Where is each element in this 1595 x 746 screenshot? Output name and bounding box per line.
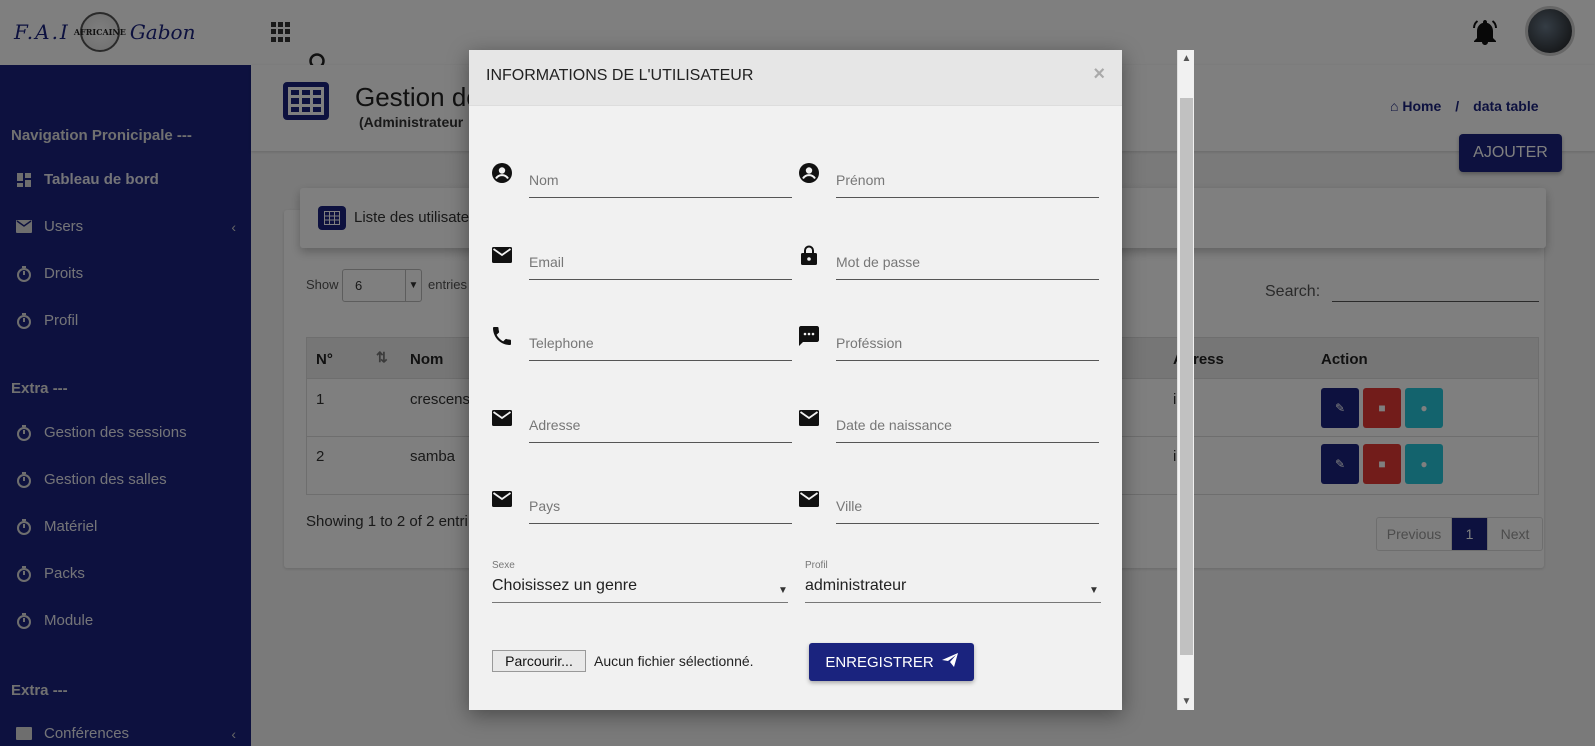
email-field[interactable]: Email xyxy=(492,239,792,283)
sexe-select-value: Choisissez un genre xyxy=(492,577,637,594)
close-icon[interactable]: × xyxy=(1093,63,1105,86)
date-naissance-underline xyxy=(836,442,1099,443)
dropdown-arrow-icon: ▼ xyxy=(778,585,788,596)
prenom-underline xyxy=(836,197,1099,198)
prenom-field[interactable]: Prénom xyxy=(799,157,1099,201)
mail-icon xyxy=(492,408,512,428)
lock-icon xyxy=(799,245,819,265)
scroll-down-icon[interactable]: ▼ xyxy=(1178,693,1195,710)
modal-header: INFORMATIONS DE L'UTILISATEUR × xyxy=(469,50,1122,106)
nom-placeholder: Nom xyxy=(529,172,559,188)
scroll-up-icon[interactable]: ▲ xyxy=(1178,50,1195,67)
account-circle-icon xyxy=(492,163,512,183)
email-underline xyxy=(529,279,792,280)
account-circle-icon xyxy=(799,163,819,183)
sexe-label: Sexe xyxy=(492,560,515,571)
save-button-label: ENREGISTRER xyxy=(825,653,934,671)
adresse-field[interactable]: Adresse xyxy=(492,402,792,446)
mail-icon xyxy=(492,245,512,265)
nom-field[interactable]: Nom xyxy=(492,157,792,201)
message-icon xyxy=(799,326,819,346)
phone-icon xyxy=(492,326,512,346)
date-naissance-field[interactable]: Date de naissance xyxy=(799,402,1099,446)
scroll-thumb[interactable] xyxy=(1180,98,1193,655)
adresse-placeholder: Adresse xyxy=(529,417,581,433)
user-info-modal: INFORMATIONS DE L'UTILISATEUR × Nom Prén… xyxy=(469,50,1122,710)
modal-title: INFORMATIONS DE L'UTILISATEUR xyxy=(486,67,754,84)
modal-scrollbar[interactable]: ▲ ▼ xyxy=(1177,50,1194,710)
ville-underline xyxy=(836,523,1099,524)
pays-field[interactable]: Pays xyxy=(492,483,792,527)
password-field[interactable]: Mot de passe xyxy=(799,239,1099,283)
telephone-placeholder: Telephone xyxy=(529,335,594,351)
date-naissance-placeholder: Date de naissance xyxy=(836,417,952,433)
email-placeholder: Email xyxy=(529,254,565,270)
profil-select-underline xyxy=(805,602,1101,603)
mail-icon xyxy=(492,489,512,509)
pays-underline xyxy=(529,523,792,524)
save-button[interactable]: ENREGISTRER xyxy=(809,643,974,681)
ville-placeholder: Ville xyxy=(836,498,863,514)
profession-underline xyxy=(836,360,1099,361)
telephone-field[interactable]: Telephone xyxy=(492,320,792,364)
sexe-select-underline xyxy=(492,602,788,603)
mail-icon xyxy=(799,489,819,509)
password-placeholder: Mot de passe xyxy=(836,254,921,270)
prenom-placeholder: Prénom xyxy=(836,172,886,188)
profil-select-value: administrateur xyxy=(805,577,907,594)
password-underline xyxy=(836,279,1099,280)
profession-placeholder: Proféssion xyxy=(836,335,903,351)
file-status: Aucun fichier sélectionné. xyxy=(594,653,754,669)
profil-label: Profil xyxy=(805,560,828,571)
dropdown-arrow-icon: ▼ xyxy=(1089,585,1099,596)
nom-underline xyxy=(529,197,792,198)
mail-icon xyxy=(799,408,819,428)
browse-file-button[interactable]: Parcourir... xyxy=(492,650,586,672)
ville-field[interactable]: Ville xyxy=(799,483,1099,527)
pays-placeholder: Pays xyxy=(529,498,561,514)
send-icon xyxy=(941,653,958,671)
telephone-underline xyxy=(529,360,792,361)
profession-field[interactable]: Proféssion xyxy=(799,320,1099,364)
adresse-underline xyxy=(529,442,792,443)
